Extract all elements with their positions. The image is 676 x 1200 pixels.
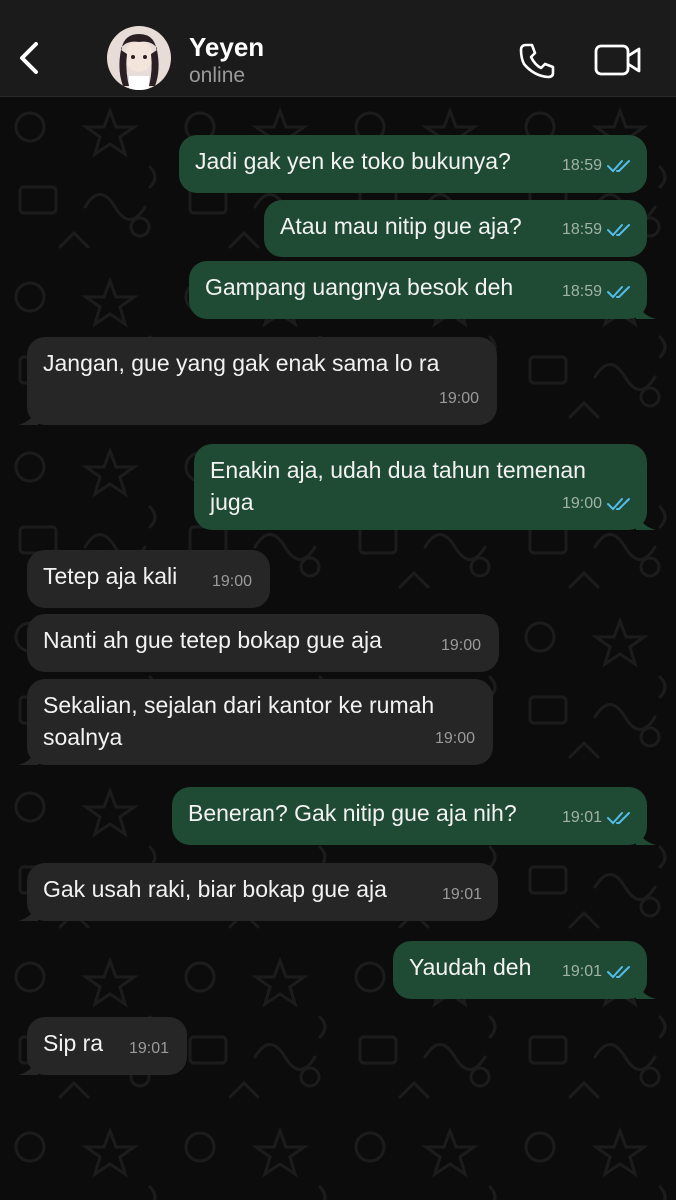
message-time: 19:00 bbox=[561, 495, 602, 512]
message-text: Atau mau nitip gue aja? bbox=[280, 213, 522, 239]
message-bubble-incoming[interactable]: Nanti ah gue tetep bokap gue aja 19:00 bbox=[27, 614, 499, 672]
message-time: 18:59 bbox=[561, 157, 602, 174]
bubble-tail bbox=[636, 979, 656, 999]
message-bubble-outgoing[interactable]: Enakin aja, udah dua tahun temenan juga … bbox=[194, 444, 656, 530]
message-time: 19:00 bbox=[440, 637, 481, 654]
message-meta: 18:59 bbox=[562, 214, 633, 246]
contact-status: online bbox=[189, 64, 246, 87]
double-check-icon bbox=[607, 286, 630, 299]
message-text: Beneran? Gak nitip gue aja nih? bbox=[188, 800, 517, 826]
message-time: 19:00 bbox=[438, 390, 479, 407]
message-time: 19:00 bbox=[434, 730, 475, 747]
bubble-tail bbox=[636, 299, 656, 319]
video-call-button[interactable] bbox=[593, 42, 643, 78]
bubble-tail bbox=[18, 901, 38, 921]
message-bubble-outgoing[interactable]: Atau mau nitip gue aja? 18:59 bbox=[264, 200, 647, 257]
message-text: Sekalian, sejalan dari kantor ke rumah s… bbox=[43, 692, 435, 750]
message-bubble-incoming[interactable]: Tetep aja kali 19:00 bbox=[27, 550, 270, 608]
message-meta: 19:00 bbox=[441, 630, 481, 662]
message-text: Gak usah raki, biar bokap gue aja bbox=[43, 876, 387, 902]
contact-name[interactable]: Yeyen bbox=[189, 32, 264, 63]
message-meta: 19:00 bbox=[435, 723, 475, 755]
message-meta: 19:00 bbox=[212, 566, 252, 598]
message-time: 19:01 bbox=[561, 963, 602, 980]
message-meta: 19:01 bbox=[562, 802, 633, 834]
double-check-icon bbox=[607, 224, 630, 237]
message-meta: 19:01 bbox=[562, 956, 633, 988]
message-text: Gampang uangnya besok deh bbox=[205, 274, 514, 300]
message-text: Yaudah deh bbox=[409, 954, 532, 980]
chevron-left-icon bbox=[20, 42, 38, 74]
message-meta: 19:01 bbox=[129, 1033, 169, 1065]
message-meta: 19:01 bbox=[442, 879, 482, 911]
back-button[interactable] bbox=[12, 38, 48, 78]
message-time: 19:01 bbox=[441, 886, 482, 903]
bubble-tail bbox=[18, 745, 38, 765]
message-text: Sip ra bbox=[43, 1030, 104, 1056]
message-meta: 18:59 bbox=[562, 150, 633, 182]
message-bubble-incoming[interactable]: Sip ra 19:01 bbox=[18, 1017, 187, 1075]
message-text: Jadi gak yen ke toko bukunya? bbox=[195, 148, 511, 174]
message-bubble-outgoing[interactable]: Gampang uangnya besok deh 18:59 bbox=[189, 261, 656, 319]
video-camera-icon bbox=[594, 44, 641, 76]
message-meta: 19:00 bbox=[439, 383, 479, 415]
message-text: Jangan, gue yang gak enak sama lo ra bbox=[43, 350, 440, 376]
message-bubble-incoming[interactable]: Jangan, gue yang gak enak sama lo ra 19:… bbox=[18, 337, 497, 425]
message-time: 19:01 bbox=[128, 1040, 169, 1057]
bubble-tail bbox=[18, 1055, 38, 1075]
message-meta: 18:59 bbox=[562, 276, 633, 308]
double-check-icon bbox=[607, 160, 630, 173]
message-text: Nanti ah gue tetep bokap gue aja bbox=[43, 627, 382, 653]
avatar[interactable] bbox=[107, 26, 171, 90]
double-check-icon bbox=[607, 812, 630, 825]
message-text: Tetep aja kali bbox=[43, 563, 178, 589]
message-time: 19:00 bbox=[211, 573, 252, 590]
message-time: 18:59 bbox=[561, 283, 602, 300]
message-bubble-outgoing[interactable]: Yaudah deh 19:01 bbox=[393, 941, 656, 999]
chat-header: Yeyen online bbox=[0, 0, 676, 97]
message-bubble-outgoing[interactable]: Beneran? Gak nitip gue aja nih? 19:01 bbox=[172, 787, 656, 845]
phone-icon bbox=[519, 43, 555, 79]
bubble-tail bbox=[18, 405, 38, 425]
bubble-tail bbox=[636, 825, 656, 845]
message-time: 18:59 bbox=[561, 221, 602, 238]
voice-call-button[interactable] bbox=[516, 40, 558, 82]
message-bubble-incoming[interactable]: Sekalian, sejalan dari kantor ke rumah s… bbox=[18, 679, 493, 765]
double-check-icon bbox=[607, 966, 630, 979]
double-check-icon bbox=[607, 498, 630, 511]
message-bubble-incoming[interactable]: Gak usah raki, biar bokap gue aja 19:01 bbox=[18, 863, 498, 921]
chat-area[interactable]: Jadi gak yen ke toko bukunya? 18:59 Atau… bbox=[0, 97, 676, 1200]
message-bubble-outgoing[interactable]: Jadi gak yen ke toko bukunya? 18:59 bbox=[179, 135, 647, 193]
message-time: 19:01 bbox=[561, 809, 602, 826]
bubble-tail bbox=[636, 510, 656, 530]
message-meta: 19:00 bbox=[562, 488, 633, 520]
